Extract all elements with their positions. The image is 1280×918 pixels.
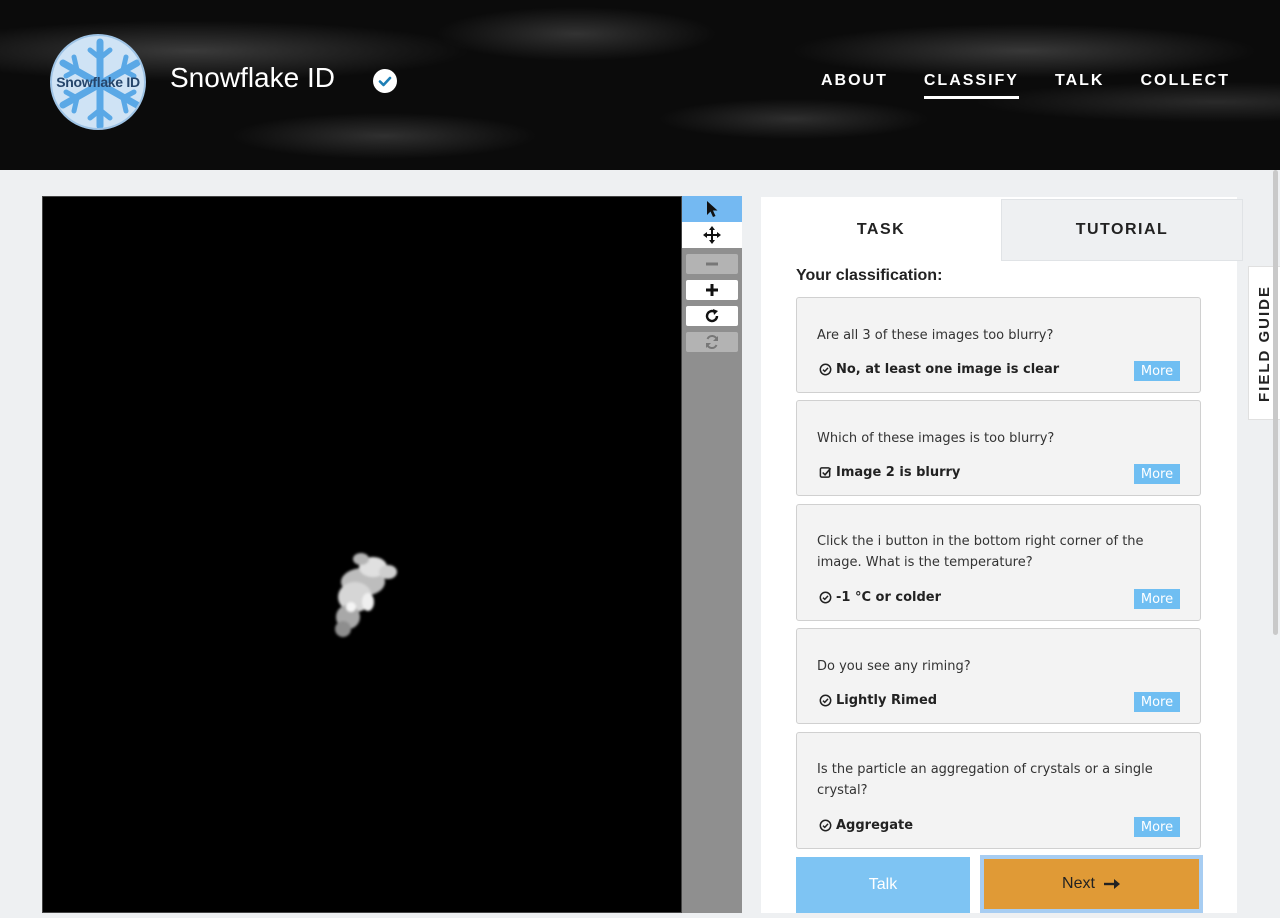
- tab-tutorial[interactable]: TUTORIAL: [1001, 199, 1243, 261]
- plus-icon: [706, 284, 718, 296]
- viewer-toolbar: [682, 196, 742, 913]
- more-button[interactable]: More: [1134, 817, 1180, 837]
- answer-text: Image 2 is blurry: [836, 465, 961, 480]
- verified-badge-icon: [373, 69, 397, 93]
- circle-check-icon: [819, 819, 832, 832]
- circle-check-icon: [819, 591, 832, 604]
- answer-text: No, at least one image is clear: [836, 362, 1060, 377]
- arrow-right-icon: [1103, 879, 1120, 889]
- answer-text: Lightly Rimed: [836, 693, 938, 708]
- cursor-arrow-icon: [707, 201, 718, 217]
- answer-card: Do you see any riming? Lightly Rimed Mor…: [796, 628, 1201, 724]
- checkbox-check-icon: [819, 467, 832, 478]
- answer-card: Is the particle an aggregation of crysta…: [796, 732, 1201, 849]
- question-text: Which of these images is too blurry?: [817, 431, 1055, 446]
- nav-collect[interactable]: COLLECT: [1140, 72, 1230, 99]
- next-label: Next: [1062, 875, 1095, 892]
- nav-talk[interactable]: TALK: [1055, 72, 1104, 99]
- answer-row: Lightly Rimed: [819, 693, 937, 708]
- page-scrollbar[interactable]: [1273, 170, 1278, 635]
- more-button[interactable]: More: [1134, 361, 1180, 381]
- snowflake-particle-image: [335, 553, 397, 637]
- project-title[interactable]: Snowflake ID: [170, 62, 335, 94]
- answer-card: Are all 3 of these images too blurry? No…: [796, 297, 1201, 393]
- nav-about[interactable]: ABOUT: [821, 72, 888, 99]
- subject-viewer[interactable]: [42, 196, 682, 913]
- answer-row: Aggregate: [819, 818, 913, 833]
- question-text: Click the i button in the bottom right c…: [817, 534, 1144, 570]
- move-arrows-icon: [703, 226, 721, 244]
- project-nav: ABOUT CLASSIFY TALK COLLECT: [821, 72, 1230, 99]
- answer-card: Click the i button in the bottom right c…: [796, 504, 1201, 621]
- more-button[interactable]: More: [1134, 692, 1180, 712]
- classification-heading: Your classification:: [796, 267, 943, 284]
- task-panel: TASK TUTORIAL Your classification: Are a…: [761, 197, 1243, 913]
- more-button[interactable]: More: [1134, 464, 1180, 484]
- answer-text: -1 °C or colder: [836, 590, 942, 605]
- project-logo[interactable]: Snowflake ID: [50, 34, 146, 130]
- refresh-icon: [706, 334, 718, 350]
- task-tabs: TASK TUTORIAL: [761, 199, 1243, 261]
- more-button[interactable]: More: [1134, 589, 1180, 609]
- minus-icon: [706, 262, 718, 266]
- question-text: Do you see any riming?: [817, 659, 971, 674]
- zoom-out-button[interactable]: [686, 254, 738, 274]
- nav-classify[interactable]: CLASSIFY: [923, 72, 1019, 99]
- circle-check-icon: [819, 694, 832, 707]
- tab-task[interactable]: TASK: [761, 199, 1001, 261]
- answer-row: Image 2 is blurry: [819, 465, 960, 480]
- next-button[interactable]: Next: [980, 855, 1203, 913]
- reset-view-button[interactable]: [686, 332, 738, 352]
- pan-tool-button[interactable]: [682, 222, 742, 248]
- zoom-in-button[interactable]: [686, 280, 738, 300]
- circle-check-icon: [819, 363, 832, 376]
- rotate-icon: [705, 309, 719, 323]
- answer-row: No, at least one image is clear: [819, 362, 1059, 377]
- project-header: Snowflake ID Snowflake ID ABOUT CLASSIFY…: [0, 0, 1280, 170]
- question-text: Is the particle an aggregation of crysta…: [817, 762, 1153, 798]
- logo-text: Snowflake ID: [56, 74, 140, 90]
- pointer-tool-button[interactable]: [682, 196, 742, 222]
- field-guide-label: FIELD GUIDE: [1256, 284, 1274, 402]
- answer-row: -1 °C or colder: [819, 590, 941, 605]
- rotate-button[interactable]: [686, 306, 738, 326]
- answer-text: Aggregate: [836, 818, 914, 833]
- talk-button[interactable]: Talk: [796, 857, 970, 913]
- question-text: Are all 3 of these images too blurry?: [817, 328, 1054, 343]
- answer-card: Which of these images is too blurry? Ima…: [796, 400, 1201, 496]
